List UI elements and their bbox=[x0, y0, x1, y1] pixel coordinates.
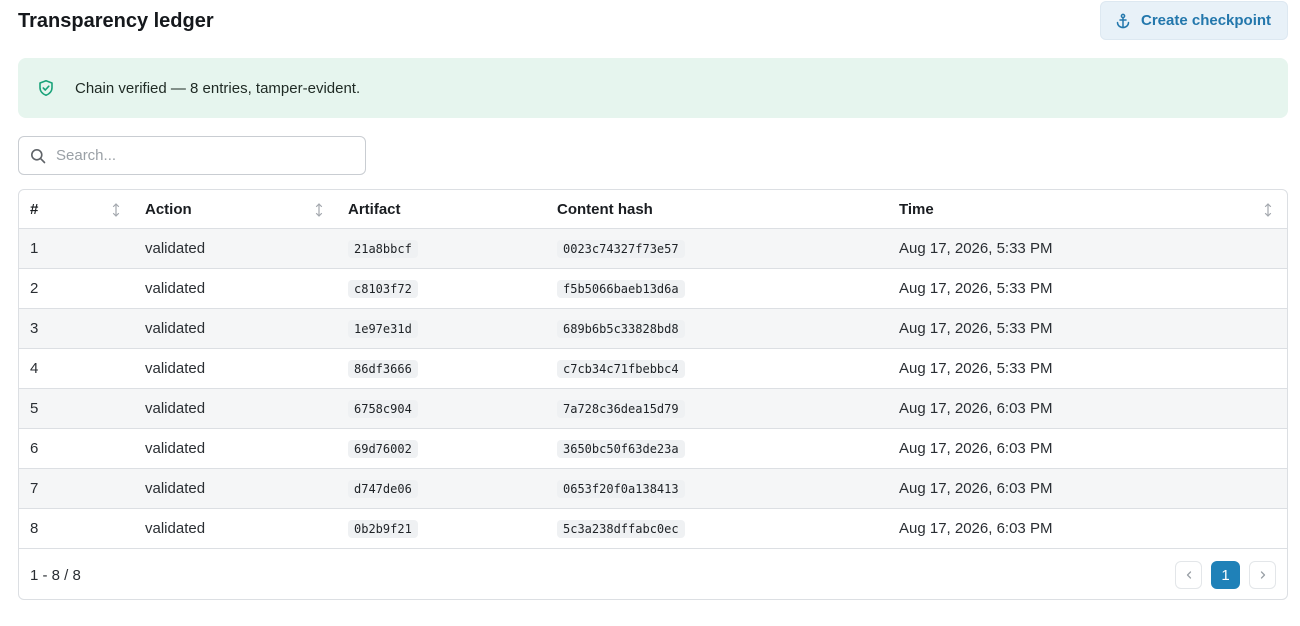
row-time: Aug 17, 2026, 5:33 PM bbox=[899, 240, 1053, 257]
row-time: Aug 17, 2026, 5:33 PM bbox=[899, 320, 1053, 337]
sort-icon[interactable] bbox=[314, 202, 324, 218]
content-hash: 5c3a238dffabc0ec bbox=[557, 519, 685, 538]
content-hash: 689b6b5c33828bd8 bbox=[557, 319, 685, 338]
artifact-id: 21a8bbcf bbox=[348, 239, 418, 258]
artifact-id: 69d76002 bbox=[348, 439, 418, 458]
search-input[interactable] bbox=[56, 147, 346, 164]
table-header: # Action Artifact Content hash Time bbox=[19, 190, 1287, 229]
row-number: 1 bbox=[30, 240, 39, 257]
table-row[interactable]: 2 validated c8103f72 f5b5066baeb13d6a Au… bbox=[19, 269, 1287, 309]
row-number: 8 bbox=[30, 520, 39, 537]
table-row[interactable]: 7 validated d747de06 0653f20f0a138413 Au… bbox=[19, 469, 1287, 509]
search-box[interactable] bbox=[18, 136, 366, 175]
row-action: validated bbox=[145, 320, 206, 337]
row-action: validated bbox=[145, 480, 206, 497]
table-row[interactable]: 6 validated 69d76002 3650bc50f63de23a Au… bbox=[19, 429, 1287, 469]
shield-check-icon bbox=[39, 80, 53, 96]
table-row[interactable]: 5 validated 6758c904 7a728c36dea15d79 Au… bbox=[19, 389, 1287, 429]
column-header-number[interactable]: # bbox=[30, 190, 38, 229]
row-time: Aug 17, 2026, 6:03 PM bbox=[899, 440, 1053, 457]
table-row[interactable]: 3 validated 1e97e31d 689b6b5c33828bd8 Au… bbox=[19, 309, 1287, 349]
sort-icon[interactable] bbox=[111, 202, 121, 218]
row-number: 3 bbox=[30, 320, 39, 337]
artifact-id: c8103f72 bbox=[348, 279, 418, 298]
ledger-table: # Action Artifact Content hash Time 1 va… bbox=[18, 189, 1288, 600]
row-number: 7 bbox=[30, 480, 39, 497]
row-time: Aug 17, 2026, 6:03 PM bbox=[899, 520, 1053, 537]
chevron-right-icon bbox=[1260, 571, 1265, 579]
row-number: 5 bbox=[30, 400, 39, 417]
content-hash: 3650bc50f63de23a bbox=[557, 439, 685, 458]
pagination-range: 1 - 8 / 8 bbox=[30, 567, 81, 584]
create-checkpoint-button[interactable]: Create checkpoint bbox=[1100, 1, 1288, 40]
alert-text: Chain verified — 8 entries, tamper-evide… bbox=[75, 79, 361, 97]
row-time: Aug 17, 2026, 5:33 PM bbox=[899, 360, 1053, 377]
column-header-artifact: Artifact bbox=[348, 201, 401, 218]
previous-page-button[interactable] bbox=[1175, 561, 1202, 589]
column-header-time[interactable]: Time bbox=[899, 190, 934, 229]
row-time: Aug 17, 2026, 6:03 PM bbox=[899, 480, 1053, 497]
verification-alert: Chain verified — 8 entries, tamper-evide… bbox=[18, 58, 1288, 118]
create-checkpoint-label: Create checkpoint bbox=[1141, 12, 1272, 29]
column-header-action[interactable]: Action bbox=[145, 190, 192, 229]
table-row[interactable]: 4 validated 86df3666 c7cb34c71fbebbc4 Au… bbox=[19, 349, 1287, 389]
search-icon bbox=[31, 148, 46, 163]
column-header-content-hash: Content hash bbox=[557, 201, 653, 218]
content-hash: 0653f20f0a138413 bbox=[557, 479, 685, 498]
page-title: Transparency ledger bbox=[18, 10, 214, 32]
content-hash: 0023c74327f73e57 bbox=[557, 239, 685, 258]
row-action: validated bbox=[145, 280, 206, 297]
content-hash: f5b5066baeb13d6a bbox=[557, 279, 685, 298]
table-row[interactable]: 1 validated 21a8bbcf 0023c74327f73e57 Au… bbox=[19, 229, 1287, 269]
artifact-id: 86df3666 bbox=[348, 359, 418, 378]
row-action: validated bbox=[145, 520, 206, 537]
content-hash: 7a728c36dea15d79 bbox=[557, 399, 685, 418]
chevron-left-icon bbox=[1186, 571, 1191, 579]
row-action: validated bbox=[145, 400, 206, 417]
row-number: 6 bbox=[30, 440, 39, 457]
page-button-current[interactable]: 1 bbox=[1211, 561, 1240, 589]
row-action: validated bbox=[145, 440, 206, 457]
sort-icon[interactable] bbox=[1263, 202, 1273, 218]
anchor-icon bbox=[1116, 13, 1130, 28]
next-page-button[interactable] bbox=[1249, 561, 1276, 589]
row-time: Aug 17, 2026, 5:33 PM bbox=[899, 280, 1053, 297]
row-time: Aug 17, 2026, 6:03 PM bbox=[899, 400, 1053, 417]
artifact-id: 6758c904 bbox=[348, 399, 418, 418]
table-row[interactable]: 8 validated 0b2b9f21 5c3a238dffabc0ec Au… bbox=[19, 509, 1287, 549]
artifact-id: 1e97e31d bbox=[348, 319, 418, 338]
row-action: validated bbox=[145, 360, 206, 377]
artifact-id: d747de06 bbox=[348, 479, 418, 498]
content-hash: c7cb34c71fbebbc4 bbox=[557, 359, 685, 378]
row-number: 2 bbox=[30, 280, 39, 297]
table-footer: 1 - 8 / 8 1 bbox=[19, 550, 1287, 599]
row-number: 4 bbox=[30, 360, 39, 377]
artifact-id: 0b2b9f21 bbox=[348, 519, 418, 538]
row-action: validated bbox=[145, 240, 206, 257]
table-body: 1 validated 21a8bbcf 0023c74327f73e57 Au… bbox=[19, 229, 1287, 549]
